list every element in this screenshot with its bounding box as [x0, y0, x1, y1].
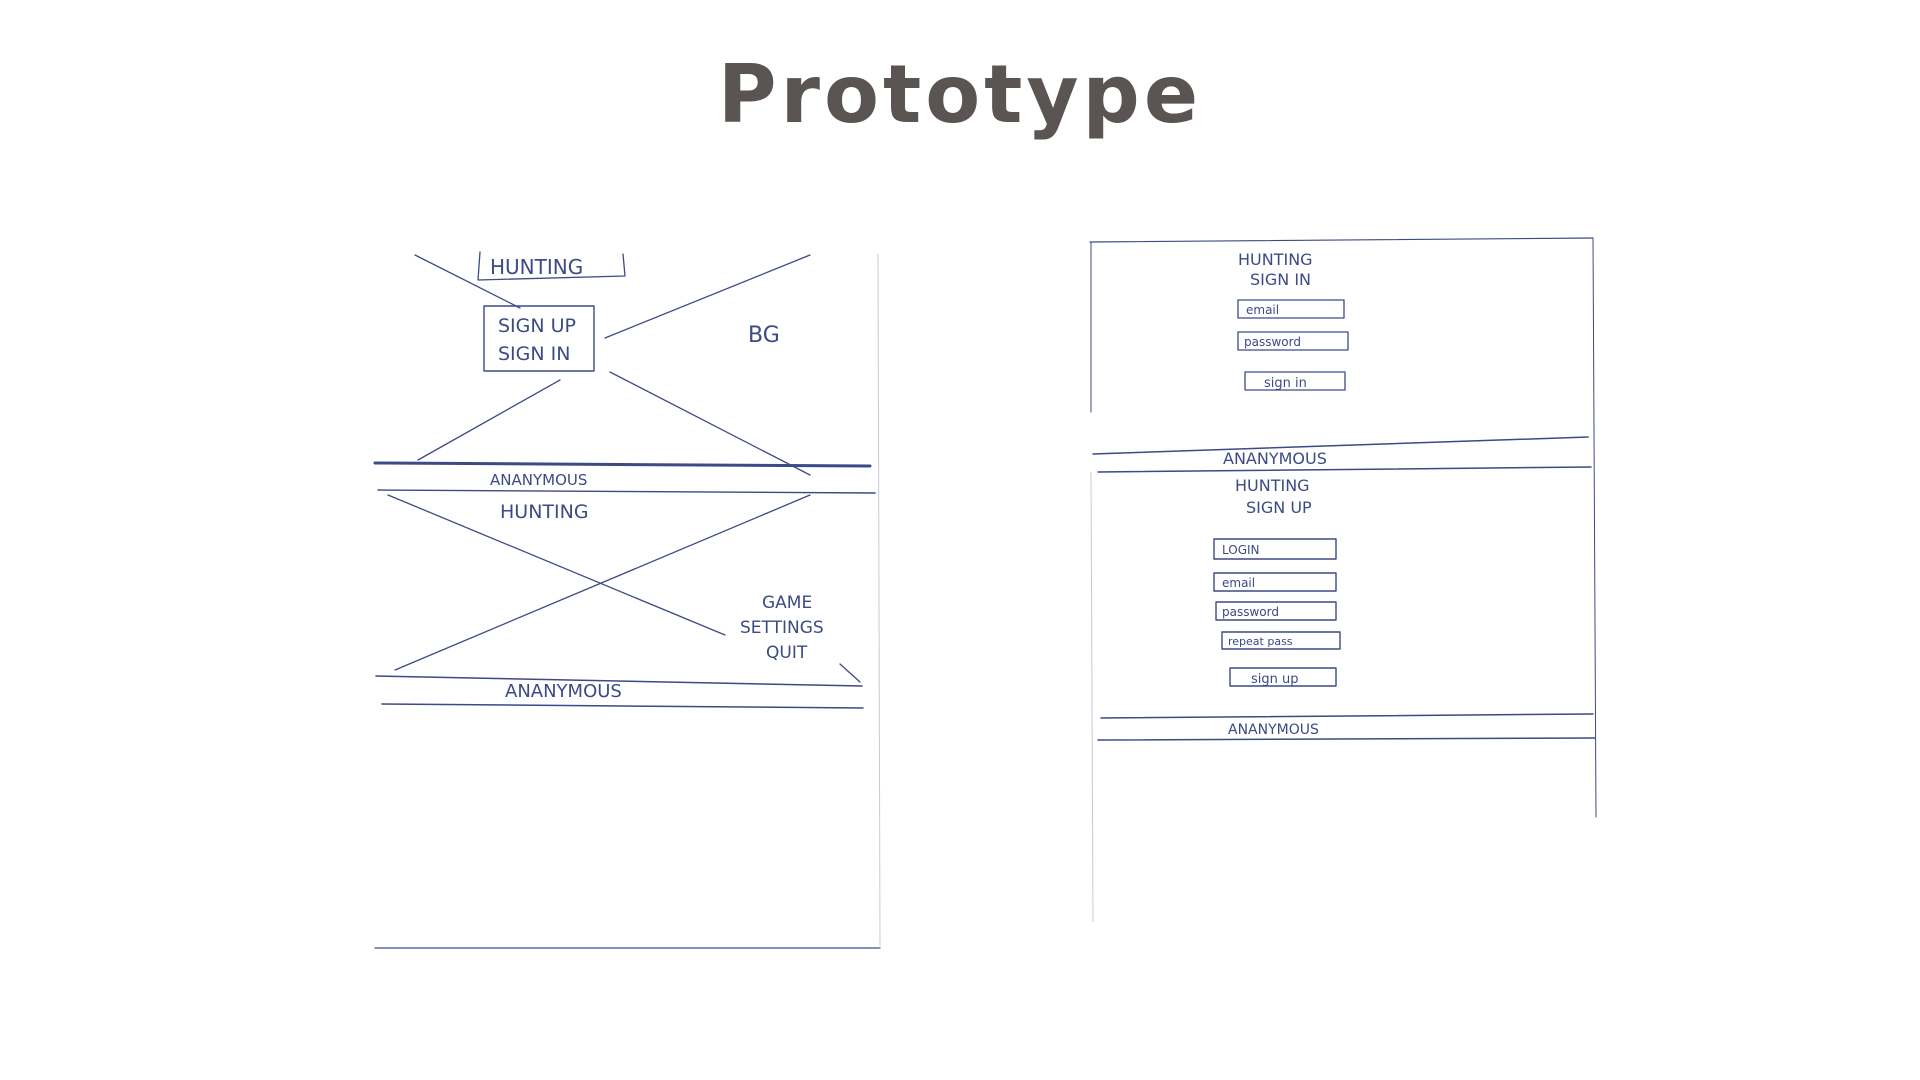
sketch-heading: HUNTING	[1238, 250, 1313, 269]
sketch-footer-text: ANANYMOUS	[1223, 449, 1327, 468]
sketch-menu-item: QUIT	[766, 643, 808, 663]
sketch-button-label: sign up	[1251, 672, 1299, 687]
footer-line	[1100, 713, 1594, 719]
placeholder-cross-line	[609, 371, 811, 476]
footer-line	[377, 489, 876, 494]
placeholder-cross-line	[394, 494, 811, 671]
sheet-top-edge	[1089, 237, 1594, 243]
footer-line	[381, 703, 864, 709]
sketch-menu-item: SIGN UP	[498, 315, 576, 337]
sketch-field-label: repeat pass	[1228, 635, 1293, 648]
sketch-heading: HUNTING	[1235, 476, 1310, 495]
sketch-bg-label: BG	[748, 323, 780, 348]
sketch-footer-text: ANANYMOUS	[1228, 722, 1319, 738]
sketch-footer-text: ANANYMOUS	[490, 471, 587, 489]
sketch-button-label: sign in	[1264, 376, 1307, 391]
sketch-logo-text: HUNTING	[490, 255, 583, 279]
footer-line	[1097, 466, 1592, 473]
placeholder-cross-line	[417, 379, 561, 461]
sketch-field-label: password	[1244, 335, 1301, 349]
sketch-footer-text: ANANYMOUS	[505, 681, 622, 702]
right-wireframe-sketch: HUNTING SIGN IN email password sign in A…	[1089, 237, 1597, 923]
sketch-game-menu-screen: HUNTING GAME SETTINGS QUIT ANANYMOUS	[375, 494, 864, 709]
sketch-field-label: LOGIN	[1222, 543, 1260, 557]
sketch-heading: SIGN UP	[1246, 498, 1312, 517]
sketch-field-label: email	[1246, 303, 1279, 317]
footer-line	[373, 461, 872, 468]
sketch-menu-item: GAME	[762, 593, 812, 613]
left-wireframe-sketch: HUNTING SIGN UP SIGN IN BG ANANYMOUS HUN…	[373, 251, 881, 949]
sketch-field-label: password	[1222, 605, 1279, 619]
footer-line	[1097, 737, 1596, 741]
sketch-field-label: email	[1222, 576, 1255, 590]
slide-title: Prototype	[717, 48, 1203, 141]
sketch-menu-item: SIGN IN	[498, 343, 570, 365]
sketch-menu-item: SETTINGS	[740, 618, 824, 638]
sketch-main-menu-screen: HUNTING SIGN UP SIGN IN BG ANANYMOUS	[373, 251, 876, 494]
sheet-right-edge	[1592, 237, 1597, 818]
sketch-sign-in-screen: HUNTING SIGN IN email password sign in A…	[1092, 250, 1592, 473]
sketch-sign-up-screen: HUNTING SIGN UP LOGIN email password rep…	[1097, 476, 1596, 741]
sketch-heading: SIGN IN	[1250, 270, 1311, 289]
footer-line	[1092, 436, 1589, 455]
sketch-logo-text: HUNTING	[500, 501, 589, 523]
